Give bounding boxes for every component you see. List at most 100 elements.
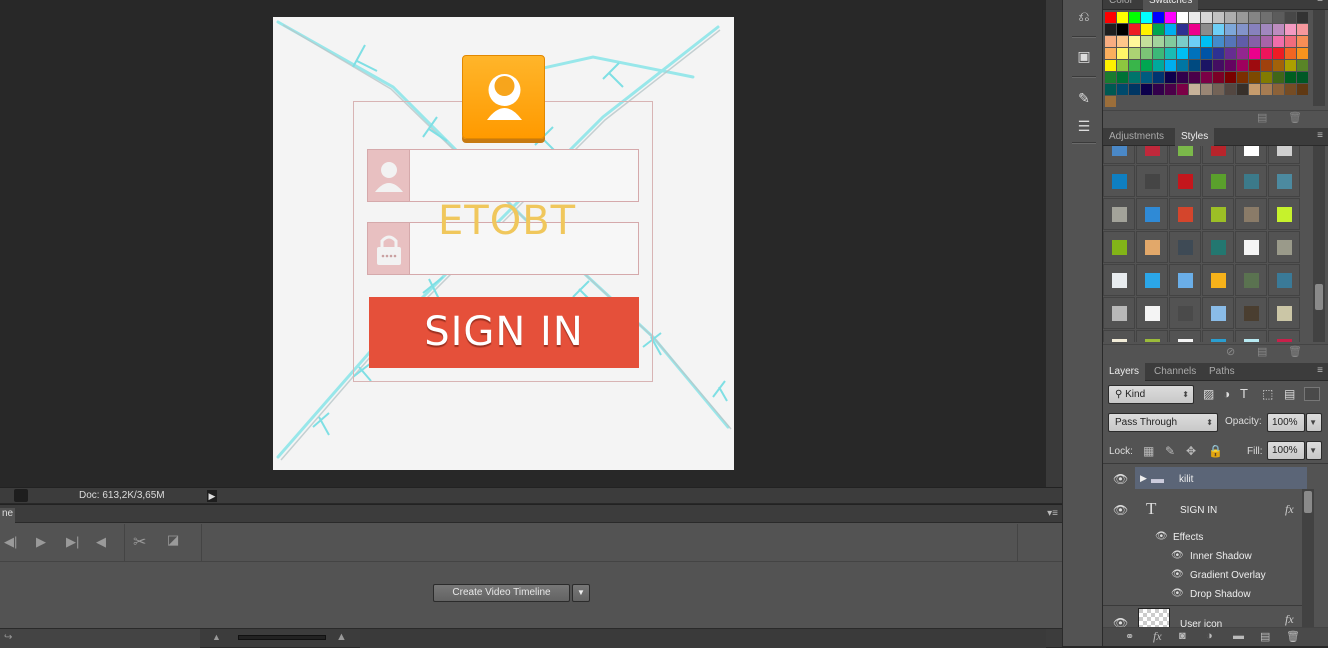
sign-in-button[interactable]: SIGN IN xyxy=(369,297,639,368)
swatch[interactable] xyxy=(1105,96,1116,107)
zoom-in-icon[interactable]: ▲ xyxy=(336,631,347,643)
style-preset[interactable] xyxy=(1136,264,1168,296)
swatch[interactable] xyxy=(1153,12,1164,23)
swatch[interactable] xyxy=(1153,24,1164,35)
tab-layers[interactable]: Layers xyxy=(1103,363,1146,381)
style-preset[interactable] xyxy=(1202,264,1234,296)
swatch[interactable] xyxy=(1225,72,1236,83)
swatch[interactable] xyxy=(1237,48,1248,59)
fx-icon[interactable]: fx xyxy=(1285,612,1294,627)
swatch[interactable] xyxy=(1201,72,1212,83)
tab-styles[interactable]: Styles xyxy=(1175,128,1215,146)
swatch[interactable] xyxy=(1249,36,1260,47)
new-layer-icon[interactable]: ▤ xyxy=(1260,630,1270,643)
swatch[interactable] xyxy=(1285,24,1296,35)
swatch[interactable] xyxy=(1261,48,1272,59)
trash-icon[interactable]: 🗑 xyxy=(1288,111,1302,124)
swatch[interactable] xyxy=(1105,48,1116,59)
style-preset[interactable] xyxy=(1103,146,1135,164)
brush-presets-icon[interactable]: ✎ xyxy=(1074,88,1094,108)
document-workspace[interactable]: ETOBT SIGN IN xyxy=(0,0,1062,487)
document-canvas[interactable]: ETOBT SIGN IN xyxy=(273,17,734,470)
swatch[interactable] xyxy=(1129,72,1140,83)
swatch[interactable] xyxy=(1177,48,1188,59)
swatch[interactable] xyxy=(1261,36,1272,47)
swatch[interactable] xyxy=(1273,24,1284,35)
swatch[interactable] xyxy=(1189,36,1200,47)
style-preset[interactable] xyxy=(1136,198,1168,230)
style-preset[interactable] xyxy=(1202,146,1234,164)
tab-adjustments[interactable]: Adjustments xyxy=(1103,128,1170,146)
swatch[interactable] xyxy=(1213,72,1224,83)
fx-icon[interactable]: fx xyxy=(1285,502,1294,517)
add-mask-icon[interactable]: ◙ xyxy=(1179,630,1186,642)
style-preset[interactable] xyxy=(1169,165,1201,197)
swatch[interactable] xyxy=(1117,84,1128,95)
swatch[interactable] xyxy=(1201,84,1212,95)
style-preset[interactable] xyxy=(1235,297,1267,329)
layers-panel-menu-icon[interactable]: ≡ xyxy=(1317,365,1323,376)
swatch[interactable] xyxy=(1177,24,1188,35)
chevron-down-icon[interactable]: ▼ xyxy=(572,584,590,602)
swatch[interactable] xyxy=(1249,24,1260,35)
swatch[interactable] xyxy=(1201,48,1212,59)
filter-shape-icon[interactable]: ⬚ xyxy=(1262,387,1273,401)
swatch[interactable] xyxy=(1189,60,1200,71)
swatch[interactable] xyxy=(1117,60,1128,71)
blend-mode-select[interactable]: Pass Through ⬍ xyxy=(1108,413,1218,432)
eye-icon[interactable]: 👁 xyxy=(1113,472,1128,486)
eye-icon[interactable]: 👁 xyxy=(1113,503,1128,517)
tab-paths[interactable]: Paths xyxy=(1203,363,1241,381)
expand-triangle-icon[interactable]: ▶ xyxy=(1140,473,1147,484)
effect-inner-shadow[interactable]: Inner Shadow xyxy=(1190,551,1252,562)
swatch[interactable] xyxy=(1297,24,1308,35)
style-preset[interactable] xyxy=(1235,264,1267,296)
swatch[interactable] xyxy=(1261,12,1272,23)
play-icon[interactable]: ▶ xyxy=(36,534,46,550)
swatch[interactable] xyxy=(1153,72,1164,83)
swatch[interactable] xyxy=(1141,84,1152,95)
swatch[interactable] xyxy=(1105,84,1116,95)
swatch[interactable] xyxy=(1141,36,1152,47)
style-preset[interactable] xyxy=(1169,330,1201,342)
style-preset[interactable] xyxy=(1136,165,1168,197)
history-icon[interactable]: ⎌ xyxy=(1074,6,1094,26)
tab-color[interactable]: Color xyxy=(1103,0,1139,10)
lock-all-icon[interactable]: 🔒 xyxy=(1208,444,1223,458)
style-preset[interactable] xyxy=(1268,146,1300,164)
style-preset[interactable] xyxy=(1268,330,1300,342)
style-preset[interactable] xyxy=(1169,231,1201,263)
swatch[interactable] xyxy=(1225,84,1236,95)
swatch[interactable] xyxy=(1201,24,1212,35)
effect-gradient-overlay[interactable]: Gradient Overlay xyxy=(1190,570,1266,581)
timeline-panel-menu-icon[interactable]: ▾≡ xyxy=(1047,508,1058,519)
style-preset[interactable] xyxy=(1136,146,1168,164)
zoom-out-icon[interactable]: ▲ xyxy=(212,632,221,642)
swatch[interactable] xyxy=(1141,24,1152,35)
swatch[interactable] xyxy=(1189,84,1200,95)
swatch[interactable] xyxy=(1261,24,1272,35)
style-preset[interactable] xyxy=(1202,165,1234,197)
swatch[interactable] xyxy=(1117,48,1128,59)
swatch[interactable] xyxy=(1237,24,1248,35)
swatch[interactable] xyxy=(1285,48,1296,59)
swatch[interactable] xyxy=(1153,36,1164,47)
style-preset[interactable] xyxy=(1169,146,1201,164)
styles-scrollbar[interactable] xyxy=(1313,146,1325,342)
filter-pixel-icon[interactable]: ▨ xyxy=(1203,387,1214,401)
swatch[interactable] xyxy=(1249,72,1260,83)
style-preset[interactable] xyxy=(1268,231,1300,263)
swatch[interactable] xyxy=(1189,24,1200,35)
swatch[interactable] xyxy=(1285,72,1296,83)
style-preset[interactable] xyxy=(1202,198,1234,230)
status-logo-icon[interactable] xyxy=(14,489,28,502)
lock-transparent-icon[interactable]: ▦ xyxy=(1143,444,1154,458)
style-preset[interactable] xyxy=(1103,297,1135,329)
style-preset[interactable] xyxy=(1268,297,1300,329)
swatch[interactable] xyxy=(1261,72,1272,83)
new-group-icon[interactable]: ▬ xyxy=(1233,630,1244,642)
style-preset[interactable] xyxy=(1103,198,1135,230)
swatch[interactable] xyxy=(1105,72,1116,83)
filter-toggle[interactable] xyxy=(1304,387,1320,401)
swatch[interactable] xyxy=(1177,60,1188,71)
